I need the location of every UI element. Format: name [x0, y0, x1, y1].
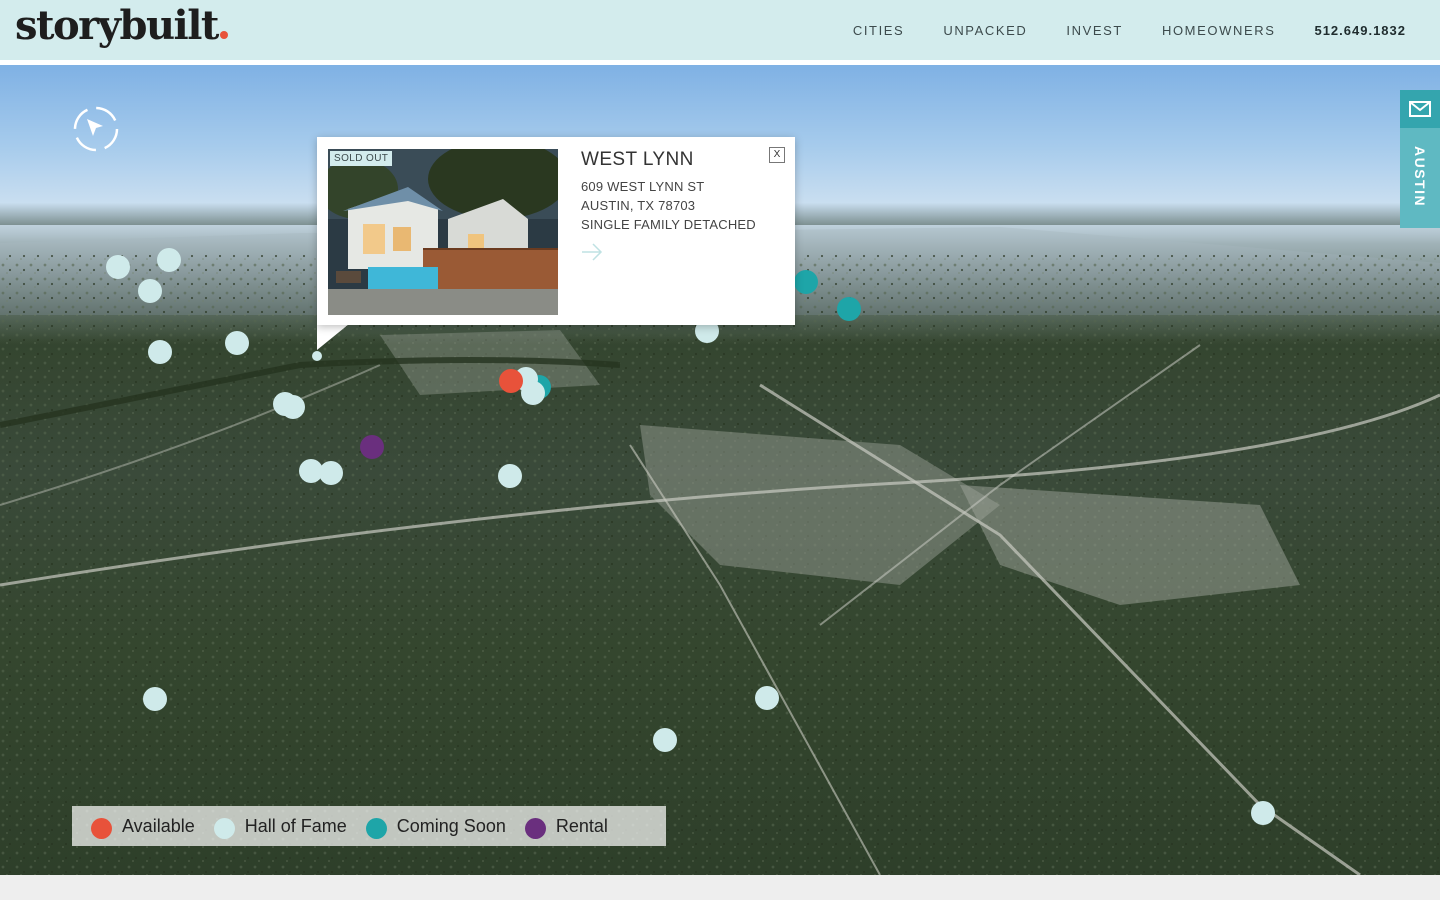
nav-link-invest[interactable]: INVEST [1066, 23, 1123, 38]
logo-text: storybuilt [15, 2, 219, 49]
marker-hall-of-fame[interactable] [143, 687, 167, 711]
nav-link-unpacked[interactable]: UNPACKED [943, 23, 1027, 38]
marker-hall-of-fame[interactable] [157, 248, 181, 272]
logo-dot [219, 31, 228, 39]
marker-hall-of-fame[interactable] [138, 279, 162, 303]
property-address-line1: 609 WEST LYNN ST [581, 179, 705, 194]
property-photo[interactable]: SOLD OUT [328, 149, 558, 315]
legend-item-coming-soon[interactable]: Coming Soon [365, 814, 506, 839]
marker-coming-soon[interactable] [837, 297, 861, 321]
marker-hall-of-fame[interactable] [1251, 801, 1275, 825]
city-label: AUSTIN [1412, 146, 1428, 208]
arrow-right-icon[interactable] [581, 241, 603, 263]
legend-dot [213, 817, 235, 839]
nav-link-cities[interactable]: CITIES [853, 23, 905, 38]
site-header: storybuilt CITIES UNPACKED INVEST HOMEOW… [0, 0, 1440, 60]
property-title: WEST LYNN [581, 149, 694, 170]
marker-rental[interactable] [360, 435, 384, 459]
marker-hall-of-fame[interactable] [755, 686, 779, 710]
popup-pointer [317, 324, 349, 350]
legend-dot [91, 817, 112, 839]
marker-hall-of-fame[interactable] [225, 331, 249, 355]
legend-dot [365, 817, 387, 839]
popup-close-button[interactable]: X [769, 147, 785, 163]
nav-link-homeowners[interactable]: HOMEOWNERS [1162, 23, 1276, 38]
map-legend: Available Hall of Fame Coming Soon Renta… [72, 806, 666, 846]
sold-out-badge: SOLD OUT [330, 151, 393, 166]
legend-item-available[interactable]: Available [91, 814, 195, 839]
mail-icon[interactable] [1400, 90, 1440, 128]
legend-label: Rental [555, 815, 608, 836]
marker-hall-of-fame[interactable] [148, 340, 172, 364]
marker-hall-of-fame[interactable] [106, 255, 130, 279]
marker-hall-of-fame[interactable] [653, 728, 677, 752]
marker-hall-of-fame[interactable] [521, 381, 545, 405]
legend-label: Available [122, 815, 195, 836]
marker-hall-of-fame[interactable] [281, 395, 305, 419]
property-popup: SOLD OUT WEST LYNN 609 WEST LYNN ST AUST… [317, 137, 795, 325]
storybuilt-logo[interactable]: storybuilt [15, 2, 228, 49]
city-side-tab[interactable]: AUSTIN [1400, 90, 1440, 228]
phone-link[interactable]: 512.649.1832 [1314, 23, 1406, 38]
footer-strip [0, 875, 1440, 900]
marker-hall-of-fame[interactable] [498, 464, 522, 488]
marker-coming-soon[interactable] [794, 270, 818, 294]
legend-label: Coming Soon [396, 815, 506, 836]
legend-label: Hall of Fame [244, 815, 347, 836]
marker-available[interactable] [499, 369, 523, 393]
legend-item-rental[interactable]: Rental [524, 814, 608, 839]
legend-dot [524, 817, 546, 839]
aerial-map[interactable]: AUSTIN SOLD OUT WEST LYNN 609 WEST LYNN … [0, 65, 1440, 875]
property-type: SINGLE FAMILY DETACHED [581, 217, 756, 232]
legend-item-hall-of-fame[interactable]: Hall of Fame [213, 814, 347, 839]
marker-hall-of-fame[interactable] [312, 351, 322, 361]
property-address-line2: AUSTIN, TX 78703 [581, 198, 696, 213]
compass-reset-icon[interactable] [72, 105, 120, 153]
marker-hall-of-fame[interactable] [319, 461, 343, 485]
main-nav: CITIES UNPACKED INVEST HOMEOWNERS 512.64… [814, 0, 1406, 60]
